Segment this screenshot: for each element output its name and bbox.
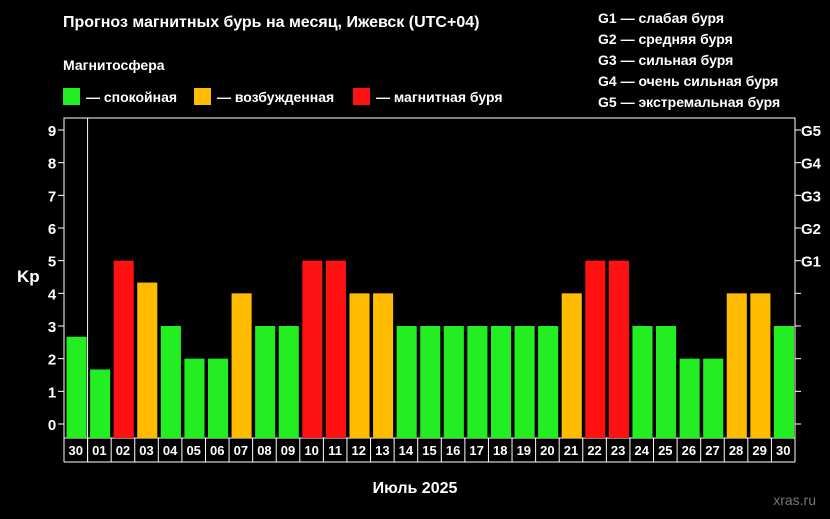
kp-bar xyxy=(467,326,488,438)
kp-bar xyxy=(490,326,512,438)
g-tick-label: G2 xyxy=(801,221,821,238)
kp-bar xyxy=(443,326,464,438)
kp-bar xyxy=(184,358,205,438)
x-tick-label: 27 xyxy=(705,443,719,458)
x-tick-label: 10 xyxy=(304,443,318,458)
kp-bar xyxy=(349,293,370,438)
x-tick-label: 18 xyxy=(493,443,507,458)
kp-bar xyxy=(231,293,252,438)
y-tick-label: 7 xyxy=(48,188,56,205)
x-tick-label: 14 xyxy=(399,443,414,458)
y-tick-label: 5 xyxy=(48,254,56,271)
kp-bar xyxy=(561,293,582,438)
kp-bar xyxy=(656,326,677,438)
x-tick-label: 05 xyxy=(186,443,200,458)
x-tick-label: 16 xyxy=(446,443,460,458)
kp-bar xyxy=(325,260,346,438)
x-tick-label: 17 xyxy=(469,443,483,458)
y-axis-label: Kp xyxy=(17,267,40,286)
x-tick-label: 13 xyxy=(375,443,389,458)
kp-bar xyxy=(207,358,229,438)
kp-bar xyxy=(538,326,559,438)
x-tick-label: 28 xyxy=(729,443,743,458)
kp-bar xyxy=(373,293,394,438)
x-tick-label: 19 xyxy=(517,443,531,458)
x-tick-label: 08 xyxy=(257,443,271,458)
x-axis-label: Июль 2025 xyxy=(372,480,458,497)
x-tick-label: 11 xyxy=(328,443,342,458)
y-tick-label: 6 xyxy=(48,221,56,238)
x-tick-label: 21 xyxy=(564,443,578,458)
y-tick-label: 0 xyxy=(48,417,56,434)
x-tick-label: 09 xyxy=(281,443,295,458)
y-tick-label: 1 xyxy=(48,384,56,401)
y-tick-label: 8 xyxy=(48,156,56,173)
x-tick-label: 02 xyxy=(116,443,130,458)
x-tick-label: 24 xyxy=(634,443,649,458)
kp-bar xyxy=(514,326,535,438)
kp-bar xyxy=(278,326,299,438)
g-tick-label: G4 xyxy=(801,156,822,173)
kp-bar xyxy=(608,260,629,438)
kp-bar xyxy=(750,293,771,438)
g-tick-label: G5 xyxy=(801,123,821,140)
y-tick-label: 4 xyxy=(48,286,57,303)
kp-bar xyxy=(420,326,441,438)
kp-bar xyxy=(679,358,700,438)
g-tick-label: G1 xyxy=(801,254,821,271)
x-tick-label: 22 xyxy=(587,443,601,458)
kp-bar xyxy=(703,358,724,438)
x-tick-label: 26 xyxy=(682,443,696,458)
x-tick-label: 29 xyxy=(752,443,766,458)
x-tick-label: 07 xyxy=(234,443,248,458)
x-tick-label: 04 xyxy=(163,443,178,458)
x-tick-label: 06 xyxy=(210,443,224,458)
x-tick-label: 12 xyxy=(352,443,366,458)
x-tick-label: 30 xyxy=(776,443,790,458)
x-tick-label: 23 xyxy=(611,443,625,458)
x-tick-label: 20 xyxy=(540,443,554,458)
y-tick-label: 3 xyxy=(48,319,56,336)
y-tick-label: 9 xyxy=(48,123,56,140)
kp-bar xyxy=(396,326,417,438)
kp-chart: 0123456789G1G2G3G4G530 01 02 03 04 05 06 07 08 09… xyxy=(48,117,822,463)
x-tick-label: 01 xyxy=(92,443,106,458)
kp-bar xyxy=(585,260,606,438)
kp-bar xyxy=(137,282,158,438)
kp-bar xyxy=(90,369,111,438)
y-tick-label: 2 xyxy=(48,352,56,369)
kp-bar xyxy=(66,336,87,438)
watermark: xras.ru xyxy=(773,492,816,508)
x-tick-label: 30 xyxy=(69,443,83,458)
kp-bar xyxy=(632,326,653,438)
x-tick-label: 25 xyxy=(658,443,672,458)
x-tick-label: 15 xyxy=(422,443,436,458)
kp-bar xyxy=(302,260,323,438)
x-tick-label: 03 xyxy=(139,443,153,458)
kp-bar xyxy=(255,326,276,438)
kp-bar xyxy=(773,326,794,438)
kp-bar xyxy=(160,326,181,438)
g-tick-label: G3 xyxy=(801,188,821,205)
kp-bar xyxy=(726,293,747,438)
kp-bar xyxy=(113,260,134,438)
